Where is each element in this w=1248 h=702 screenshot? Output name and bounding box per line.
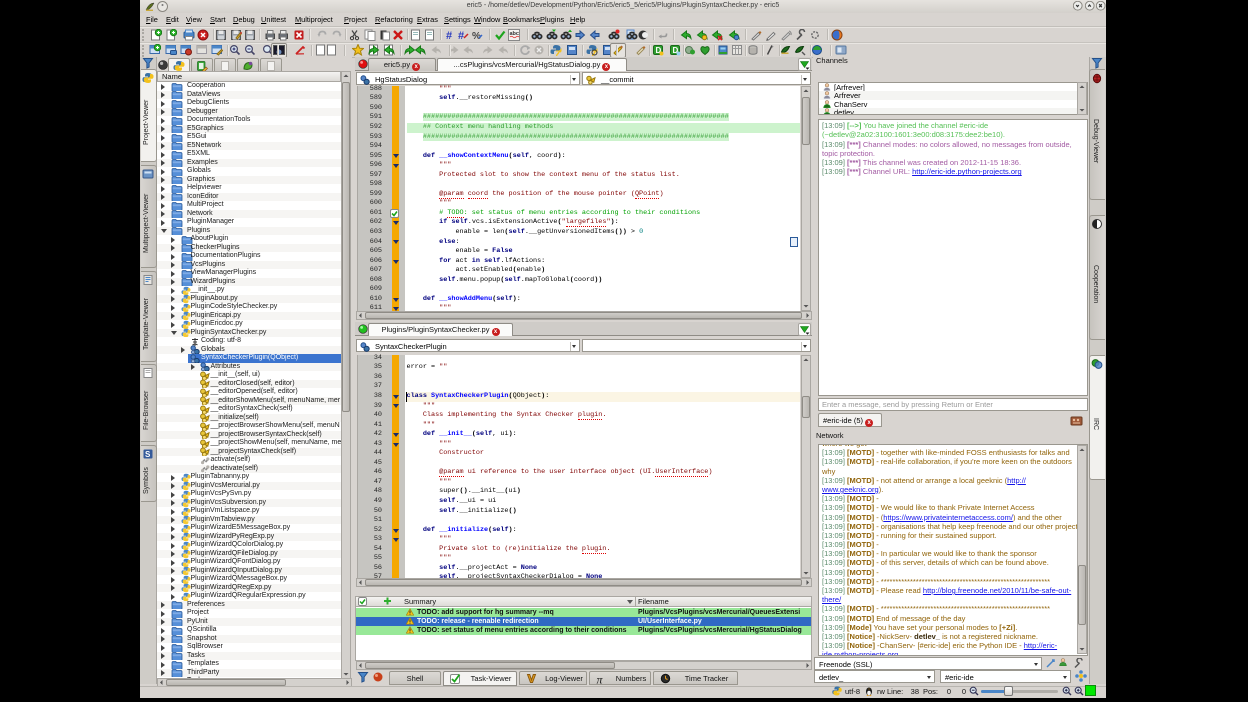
svg-text:S: S [145,450,151,459]
svg-text:#: # [446,30,452,41]
svg-text:π: π [597,673,604,685]
svg-text:#: # [458,30,464,41]
svg-text:%: % [472,31,481,41]
